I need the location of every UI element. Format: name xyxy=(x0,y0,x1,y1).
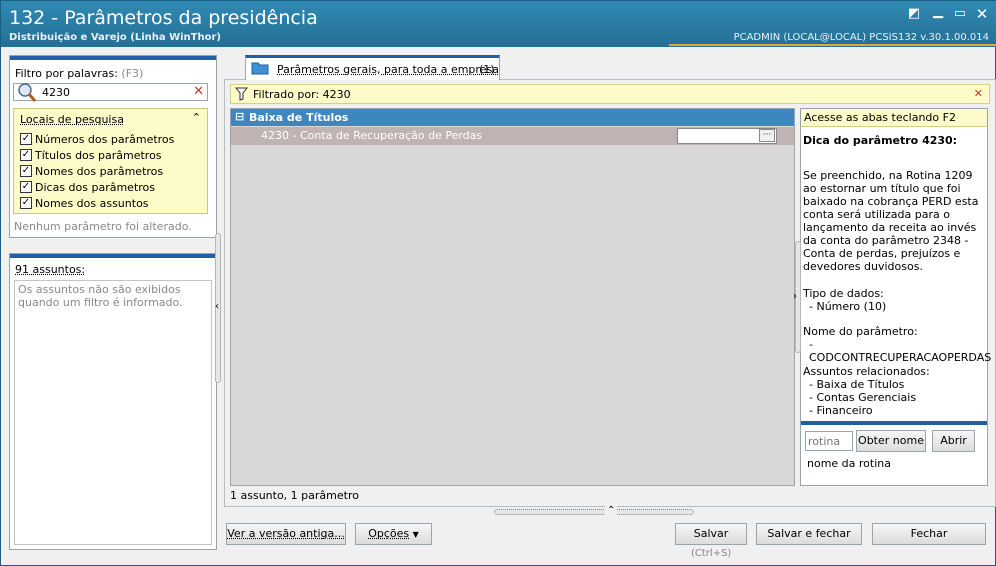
parameters-grid: ⊟ Baixa de Títulos 4230 - Conta de Recup… xyxy=(230,108,795,486)
grid-footer: 1 assunto, 1 parâmetro xyxy=(230,489,359,502)
magnifier-icon xyxy=(15,81,37,103)
tab-parametros-gerais[interactable]: Parâmetros gerais, para toda a empresa (… xyxy=(245,55,500,80)
search-locations-box: Locais de pesquisa ⌃ ✓ Números dos parâm… xyxy=(13,108,208,214)
accent-line xyxy=(669,44,996,46)
save-shortcut: (Ctrl+S) xyxy=(691,548,731,559)
filter-text: Filtrado por: 4230 xyxy=(253,88,351,101)
old-version-button[interactable]: Ver a versão antiga... xyxy=(226,523,346,545)
checkbox-dicas[interactable]: ✓ xyxy=(20,181,32,193)
subjects-list[interactable]: Os assuntos não são exibidos quando um f… xyxy=(14,280,212,545)
related-item[interactable]: - Baixa de Títulos xyxy=(809,378,904,391)
close-icon[interactable]: ✕ xyxy=(193,84,204,99)
data-type-label: Tipo de dados: xyxy=(803,287,884,300)
group-label: Baixa de Títulos xyxy=(249,111,348,124)
checkbox-label: Títulos dos parâmetros xyxy=(35,149,162,162)
checkbox-label: Números dos parâmetros xyxy=(35,133,174,146)
data-type-value: - Número (10) xyxy=(809,300,886,313)
close-button[interactable]: Fechar xyxy=(872,523,986,545)
checkbox-titulos[interactable]: ✓ xyxy=(20,149,32,161)
help-description: Se preenchido, na Rotina 1209 ao estorna… xyxy=(803,169,987,273)
window-subtitle: Distribuição e Varejo (Linha WinThor) xyxy=(9,32,221,43)
change-status-text: Nenhum parâmetro foi alterado. xyxy=(14,220,192,233)
minimize-icon[interactable]: ▁ xyxy=(931,5,945,19)
rotina-input[interactable] xyxy=(805,431,853,451)
application-window: 132 - Parâmetros da presidência Distribu… xyxy=(0,0,996,566)
filter-bar: Filtrado por: 4230 ✕ xyxy=(230,84,990,104)
help-panel: Acesse as abas teclando F2 Dica do parâm… xyxy=(800,108,988,486)
row-label: 4230 - Conta de Recuperação de Perdas xyxy=(261,129,482,142)
collapse-icon[interactable]: ⌃ xyxy=(192,111,201,124)
table-row[interactable]: 4230 - Conta de Recuperação de Perdas ··… xyxy=(231,127,794,145)
close-filter-icon[interactable]: ✕ xyxy=(974,87,983,100)
related-label: Assuntos relacionados: xyxy=(803,365,930,378)
window-title: 132 - Parâmetros da presidência xyxy=(9,7,318,29)
checkbox-label: Dicas dos parâmetros xyxy=(35,181,155,194)
title-bar: 132 - Parâmetros da presidência Distribu… xyxy=(1,1,996,47)
open-button[interactable]: Abrir xyxy=(932,430,975,452)
tab-count: (1) xyxy=(479,63,495,76)
subjects-count: 91 assuntos: xyxy=(15,263,85,276)
folder-icon xyxy=(251,61,269,75)
collapse-group-icon[interactable]: ⊟ xyxy=(235,110,244,123)
related-item[interactable]: - Contas Gerenciais xyxy=(809,391,916,404)
restore-layout-icon[interactable]: ◩ xyxy=(907,7,921,21)
hint-bar: Acesse as abas teclando F2 xyxy=(801,109,987,127)
chevron-left-icon[interactable]: ‹ xyxy=(215,301,219,312)
checkbox-assuntos[interactable]: ✓ xyxy=(20,197,32,209)
maximize-icon[interactable]: ▭ xyxy=(953,7,967,21)
param-name-label: Nome do parâmetro: xyxy=(803,325,918,338)
options-button[interactable]: Opções ▼ xyxy=(355,523,432,545)
close-window-icon[interactable]: ✕ xyxy=(975,7,989,21)
subjects-message: Os assuntos não são exibidos quando um f… xyxy=(18,283,208,309)
filter-search-input[interactable]: 4230 ✕ xyxy=(13,83,208,101)
chevron-up-icon[interactable]: ⌃ xyxy=(605,505,617,516)
caret-down-icon: ▼ xyxy=(413,530,419,539)
group-header-baixa-titulos[interactable]: ⊟ Baixa de Títulos xyxy=(231,109,794,126)
tab-label: Parâmetros gerais, para toda a empresa xyxy=(277,63,499,76)
search-value: 4230 xyxy=(42,86,70,99)
checkbox-label: Nomes dos parâmetros xyxy=(35,165,163,178)
filter-label: Filtro por palavras: (F3) xyxy=(15,67,143,80)
chevron-right-icon[interactable]: › xyxy=(793,291,797,302)
search-locations-title: Locais de pesquisa xyxy=(20,113,124,126)
checkbox-nomes[interactable]: ✓ xyxy=(20,165,32,177)
get-name-button[interactable]: Obter nome xyxy=(856,430,926,452)
save-and-close-button[interactable]: Salvar e fechar xyxy=(756,523,862,545)
session-info: PCADMIN (LOCAL@LOCAL) PCSIS132 v.30.1.00… xyxy=(734,32,989,43)
checkbox-label: Nomes dos assuntos xyxy=(35,197,149,210)
related-item[interactable]: - Financeiro xyxy=(809,404,873,417)
param-name-value: - CODCONTRECUPERACAOPERDAS xyxy=(809,338,991,364)
bottom-splitter[interactable] xyxy=(494,509,694,515)
help-title: Dica do parâmetro 4230: xyxy=(803,134,957,147)
save-button[interactable]: Salvar xyxy=(675,523,747,545)
funnel-icon xyxy=(235,87,248,101)
checkbox-numeros[interactable]: ✓ xyxy=(20,133,32,145)
ellipsis-button[interactable]: ··· xyxy=(759,129,775,142)
rotina-name-label: nome da rotina xyxy=(807,457,891,470)
